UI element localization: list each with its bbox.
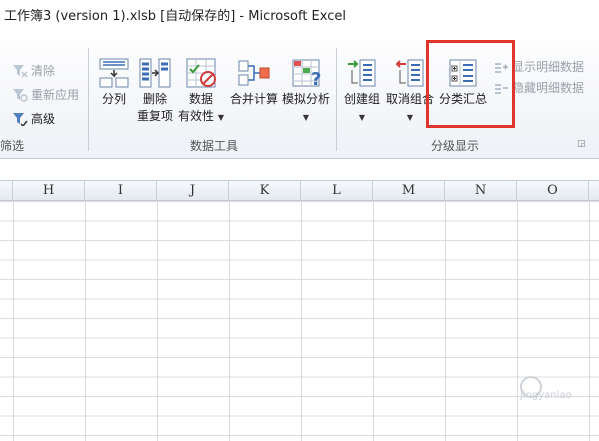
- group-label: 创建组: [343, 92, 380, 106]
- dialog-launcher-icon[interactable]: ◲: [577, 139, 586, 149]
- column-line: [157, 201, 158, 441]
- group-icon: [348, 59, 376, 87]
- title-bar: 工作簿3 (version 1).xlsb [自动保存的] - Microsof…: [0, 0, 599, 26]
- clear-filter-icon: [13, 64, 28, 78]
- window-title: 工作簿3 (version 1).xlsb [自动保存的] - Microsof…: [4, 9, 346, 24]
- column-line: [301, 201, 302, 441]
- svg-text:?: ?: [311, 69, 321, 89]
- text-to-columns-icon: [99, 58, 129, 88]
- reapply-filter-icon: [13, 88, 28, 102]
- clear-filter-button[interactable]: 清除: [12, 62, 55, 79]
- data-validation-icon: [186, 58, 216, 88]
- worksheet-grid[interactable]: H I J K L M N O: [0, 180, 599, 441]
- row-header-corner[interactable]: [0, 181, 13, 202]
- column-line: [13, 201, 14, 441]
- column-header[interactable]: M: [373, 181, 445, 202]
- column-line: [445, 201, 446, 441]
- remove-duplicates-label-1: 删除: [142, 92, 167, 106]
- column-line: [517, 201, 518, 441]
- group-separator: [336, 48, 337, 151]
- remove-duplicates-button[interactable]: 删除 重复项: [134, 57, 176, 125]
- highlight-box: [426, 40, 515, 128]
- clear-filter-label: 清除: [31, 64, 56, 78]
- outline-group-label: 分级显示: [431, 139, 480, 153]
- remove-duplicates-icon: [139, 58, 171, 88]
- cell-area[interactable]: [0, 201, 599, 441]
- what-if-analysis-button[interactable]: ? 模拟分析 ▼: [280, 57, 332, 126]
- text-to-columns-button[interactable]: 分列: [96, 57, 132, 108]
- chevron-down-icon: ▼: [406, 113, 414, 122]
- remove-duplicates-label-2: 重复项: [136, 109, 173, 123]
- data-tools-group-label: 数据工具: [190, 139, 239, 153]
- column-header[interactable]: H: [13, 181, 85, 202]
- column-header-row: H I J K L M N O: [0, 180, 599, 202]
- group-button[interactable]: 创建组 ▼: [340, 57, 384, 126]
- data-validation-label-2: 有效性: [178, 109, 215, 123]
- chevron-down-icon: ▼: [217, 113, 224, 122]
- hide-detail-label: 隐藏明细数据: [512, 81, 585, 95]
- column-header[interactable]: I: [85, 181, 157, 202]
- advanced-filter-button[interactable]: 高级: [12, 110, 55, 127]
- column-header[interactable]: N: [445, 181, 517, 202]
- ungroup-icon: [395, 59, 424, 87]
- consolidate-label: 合并计算: [229, 92, 278, 106]
- filter-group-label: 筛选: [0, 139, 25, 153]
- advanced-filter-label: 高级: [31, 112, 56, 126]
- column-header[interactable]: L: [301, 181, 373, 202]
- watermark: jingyanlao: [520, 390, 572, 401]
- chevron-down-icon: ▼: [302, 113, 310, 122]
- reapply-filter-label: 重新应用: [31, 88, 80, 102]
- what-if-analysis-label: 模拟分析: [281, 92, 330, 106]
- advanced-filter-icon: [13, 112, 28, 126]
- what-if-analysis-icon: ?: [292, 59, 321, 89]
- consolidate-button[interactable]: 合并计算: [228, 57, 280, 108]
- column-line: [373, 201, 374, 441]
- show-detail-label: 显示明细数据: [512, 60, 585, 74]
- column-line: [229, 201, 230, 441]
- group-separator: [88, 48, 89, 151]
- reapply-filter-button[interactable]: 重新应用: [12, 86, 79, 103]
- column-line: [85, 201, 86, 441]
- data-validation-button[interactable]: 数据 有效性 ▼: [178, 57, 224, 126]
- chevron-down-icon: ▼: [358, 113, 366, 122]
- column-header[interactable]: O: [517, 181, 589, 202]
- consolidate-icon: [238, 60, 270, 86]
- data-validation-label-1: 数据: [188, 92, 213, 106]
- text-to-columns-label: 分列: [101, 92, 126, 106]
- column-line: [589, 201, 590, 441]
- column-header[interactable]: J: [157, 181, 229, 202]
- column-header[interactable]: K: [229, 181, 301, 202]
